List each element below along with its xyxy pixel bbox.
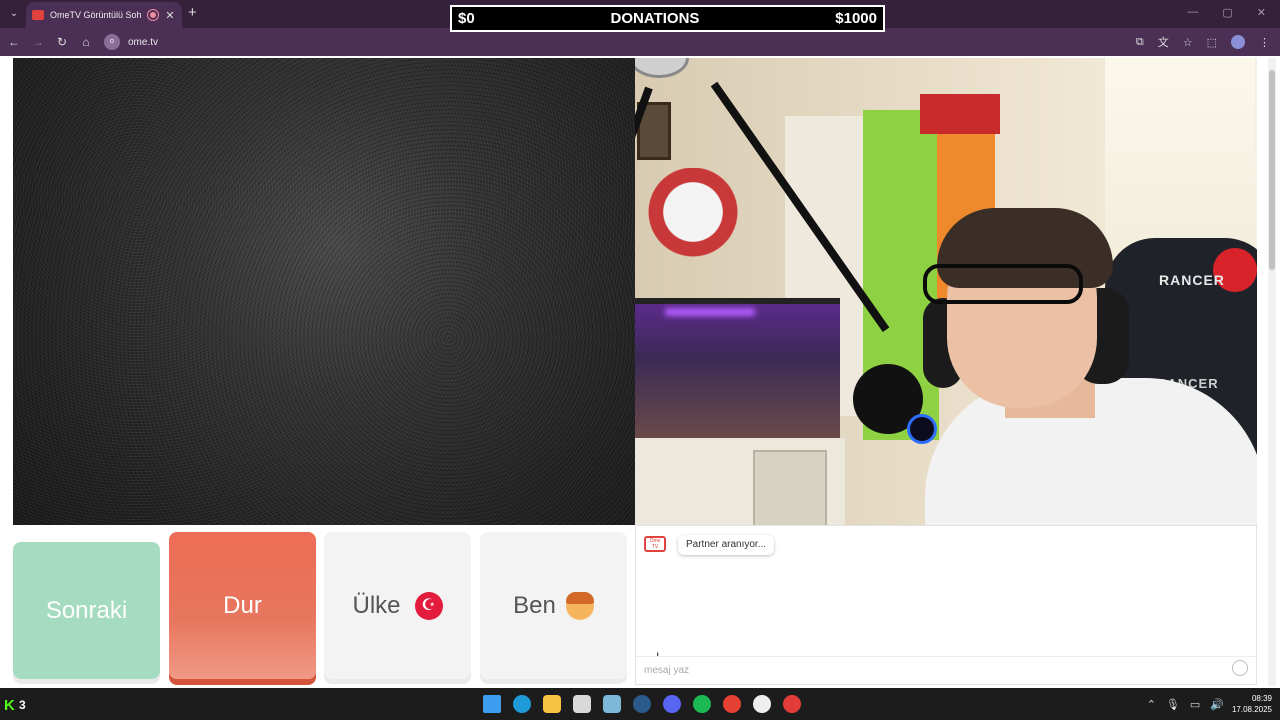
- windows-start-icon[interactable]: [483, 695, 501, 713]
- aquarium: [635, 298, 840, 438]
- recording-indicator-icon: [148, 10, 158, 20]
- page-scrollbar[interactable]: [1268, 58, 1276, 686]
- me-label: Ben: [513, 591, 556, 619]
- donations-min: $0: [458, 10, 475, 27]
- self-webcam-video: RANCER RANCER: [635, 58, 1257, 525]
- turkey-flag-icon: ☪: [414, 591, 443, 620]
- reload-icon[interactable]: ↻: [54, 34, 70, 50]
- ometv-page: RANCER RANCER Sonraki Dur Ülke ☪ Ben Ome…: [0, 56, 1280, 688]
- file-explorer-icon[interactable]: [543, 695, 561, 713]
- kick-logo-icon: K: [4, 697, 15, 714]
- store-icon[interactable]: [573, 695, 591, 713]
- site-info-icon[interactable]: o: [104, 34, 120, 50]
- microphone-ring-light: [907, 414, 937, 444]
- spotify-icon[interactable]: [693, 695, 711, 713]
- install-app-icon[interactable]: ⧉: [1136, 36, 1144, 49]
- translate-icon[interactable]: 文: [1158, 34, 1169, 50]
- microphone-tray-icon[interactable]: 🎙: [1166, 698, 1180, 711]
- close-window-icon[interactable]: ✕: [1257, 6, 1266, 19]
- donations-title: DONATIONS: [610, 10, 700, 27]
- wall-clock: [635, 58, 689, 78]
- toolbar-right: ⧉ 文 ☆ ⬚ ⋮: [1136, 34, 1270, 50]
- app-red-icon[interactable]: [783, 695, 801, 713]
- minimize-icon[interactable]: —: [1187, 6, 1198, 19]
- taskbar-clock[interactable]: 08:39 17.08.2025: [1232, 693, 1272, 715]
- system-tray: ⌃ 🎙 ▭ 🔊: [1147, 698, 1224, 711]
- emoji-picker-icon[interactable]: [1232, 660, 1248, 676]
- steam-icon[interactable]: [633, 695, 651, 713]
- new-tab-button[interactable]: +: [188, 5, 197, 21]
- chrome-icon[interactable]: [723, 695, 741, 713]
- donations-max: $1000: [835, 10, 877, 27]
- browser-toolbar: ← → ↻ ⌂: [0, 28, 1280, 56]
- stop-label: Dur: [223, 591, 262, 619]
- maximize-icon[interactable]: ▢: [1222, 6, 1232, 19]
- volume-tray-icon[interactable]: 🔊: [1210, 698, 1224, 711]
- next-button[interactable]: Sonraki: [13, 542, 160, 679]
- windows-taskbar: K 3 ⌃ 🎙 ▭ 🔊 08:39 17.08.2025: [0, 688, 1280, 720]
- message-input[interactable]: [636, 656, 1256, 684]
- tab-ometv[interactable]: OmeTV Görüntülü Sohbet - ✕: [26, 2, 182, 28]
- plush-toys: [645, 168, 765, 278]
- chair-brand-top: RANCER: [1159, 272, 1225, 288]
- tab-close-button[interactable]: ✕: [164, 9, 176, 22]
- forward-icon[interactable]: →: [30, 34, 46, 50]
- menu-icon[interactable]: ⋮: [1259, 36, 1270, 49]
- tray-expand-icon[interactable]: ⌃: [1147, 698, 1156, 711]
- partner-video-static: [13, 58, 635, 525]
- country-label: Ülke: [352, 591, 401, 619]
- chat-panel: Ome TV Partner aranıyor... I: [635, 525, 1257, 685]
- back-icon[interactable]: ←: [6, 34, 22, 50]
- scrollbar-thumb[interactable]: [1269, 70, 1275, 270]
- tab-search-icon[interactable]: ⌄: [6, 6, 22, 22]
- home-icon[interactable]: ⌂: [78, 34, 94, 50]
- donations-overlay: $0 DONATIONS $1000: [450, 5, 885, 32]
- profile-avatar-icon[interactable]: [1231, 35, 1245, 49]
- stop-button[interactable]: Dur: [169, 532, 316, 679]
- window-controls: — ▢ ✕: [1187, 6, 1266, 19]
- url-text: ome.tv: [128, 36, 159, 48]
- stand-door: [753, 450, 827, 525]
- aquarium-light: [665, 308, 755, 316]
- kick-viewer-count: 3: [19, 698, 26, 712]
- discord-icon[interactable]: [663, 695, 681, 713]
- taskbar-apps: [483, 695, 801, 713]
- red-box: [920, 94, 1000, 134]
- clock-time: 08:39: [1251, 694, 1272, 703]
- boy-emoji-icon: [565, 591, 594, 620]
- person-glasses: [923, 264, 1083, 304]
- edge-icon[interactable]: [513, 695, 531, 713]
- ometv-logo-icon: Ome TV: [644, 536, 666, 552]
- me-button[interactable]: Ben: [480, 532, 627, 679]
- game-icon[interactable]: [603, 695, 621, 713]
- next-label: Sonraki: [45, 596, 128, 624]
- extensions-icon[interactable]: ⬚: [1207, 36, 1217, 49]
- ometv-favicon-icon: [32, 10, 44, 20]
- address-bar[interactable]: o ome.tv: [104, 32, 158, 52]
- obs-icon[interactable]: [753, 695, 771, 713]
- status-message: Partner aranıyor...: [678, 535, 775, 555]
- bookmark-star-icon[interactable]: ☆: [1183, 36, 1193, 49]
- clock-date: 17.08.2025: [1231, 705, 1272, 714]
- display-tray-icon[interactable]: ▭: [1190, 698, 1200, 711]
- tab-title: OmeTV Görüntülü Sohbet -: [50, 10, 142, 20]
- country-button[interactable]: Ülke ☪: [324, 532, 471, 679]
